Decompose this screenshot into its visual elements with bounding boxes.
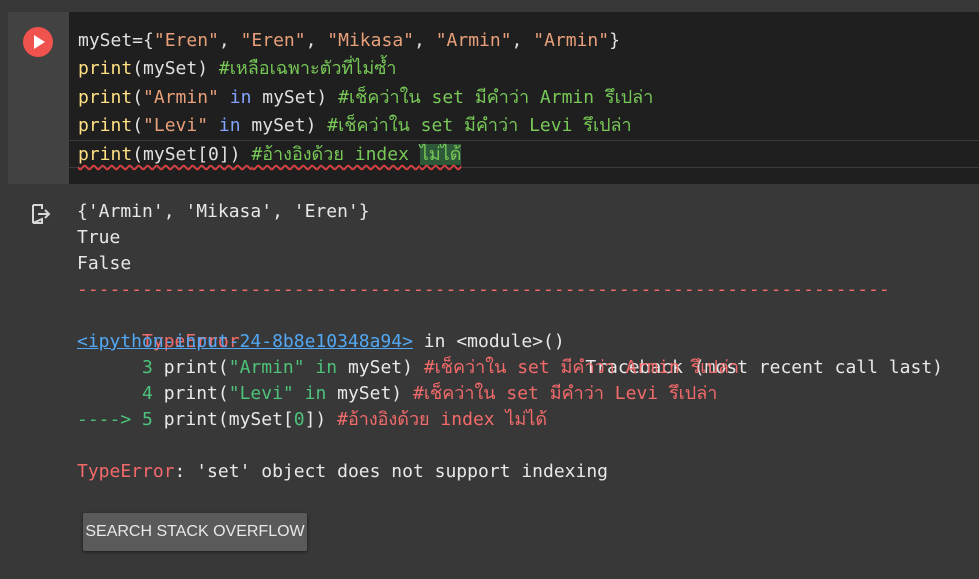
traceback-line-3: 3 print("Armin" in mySet) #เช็คว่าใน set…: [77, 357, 740, 378]
output-line-false: False: [77, 253, 132, 274]
output-toggle-icon[interactable]: [30, 203, 52, 225]
traceback-separator: ----------------------------------------…: [77, 279, 890, 300]
search-stack-overflow-button[interactable]: SEARCH STACK OVERFLOW: [83, 513, 307, 551]
traceback-header: TypeError Traceback (most recent call la…: [77, 303, 943, 378]
cell-output: {'Armin', 'Mikasa', 'Eren'} True False -…: [8, 184, 979, 570]
cell-gutter: [8, 12, 69, 184]
ipython-input-link[interactable]: <ipython-input-24-8b8e10348a94>: [77, 331, 413, 352]
code-line-2: print(mySet) #เหลือเฉพาะตัวที่ไม่ซ้ำ: [78, 58, 397, 79]
output-line-set: {'Armin', 'Mikasa', 'Eren'}: [77, 201, 370, 222]
play-icon: [34, 35, 45, 49]
code-line-1: mySet={"Eren", "Eren", "Mikasa", "Armin"…: [78, 30, 620, 51]
code-line-4: print("Levi" in mySet) #เช็คว่าใน set มี…: [78, 115, 632, 136]
output-line-true: True: [77, 227, 121, 248]
code-line-5: print(mySet[0]) #อ้างอิงด้วย index ไม่ได…: [78, 144, 462, 165]
error-message: TypeError: 'set' object does not support…: [77, 461, 609, 482]
code-editor[interactable]: mySet={"Eren", "Eren", "Mikasa", "Armin"…: [69, 12, 979, 184]
run-cell-button[interactable]: [23, 27, 53, 57]
code-line-3: print("Armin" in mySet) #เช็คว่าใน set ม…: [78, 87, 654, 108]
traceback-location: <ipython-input-24-8b8e10348a94> in <modu…: [77, 331, 565, 352]
traceback-line-4: 4 print("Levi" in mySet) #เช็คว่าใน set …: [77, 383, 718, 404]
code-cell: mySet={"Eren", "Eren", "Mikasa", "Armin"…: [8, 12, 979, 570]
traceback-line-5: ----> 5 print(mySet[0]) #อ้างอิงด้วย ind…: [77, 409, 548, 430]
